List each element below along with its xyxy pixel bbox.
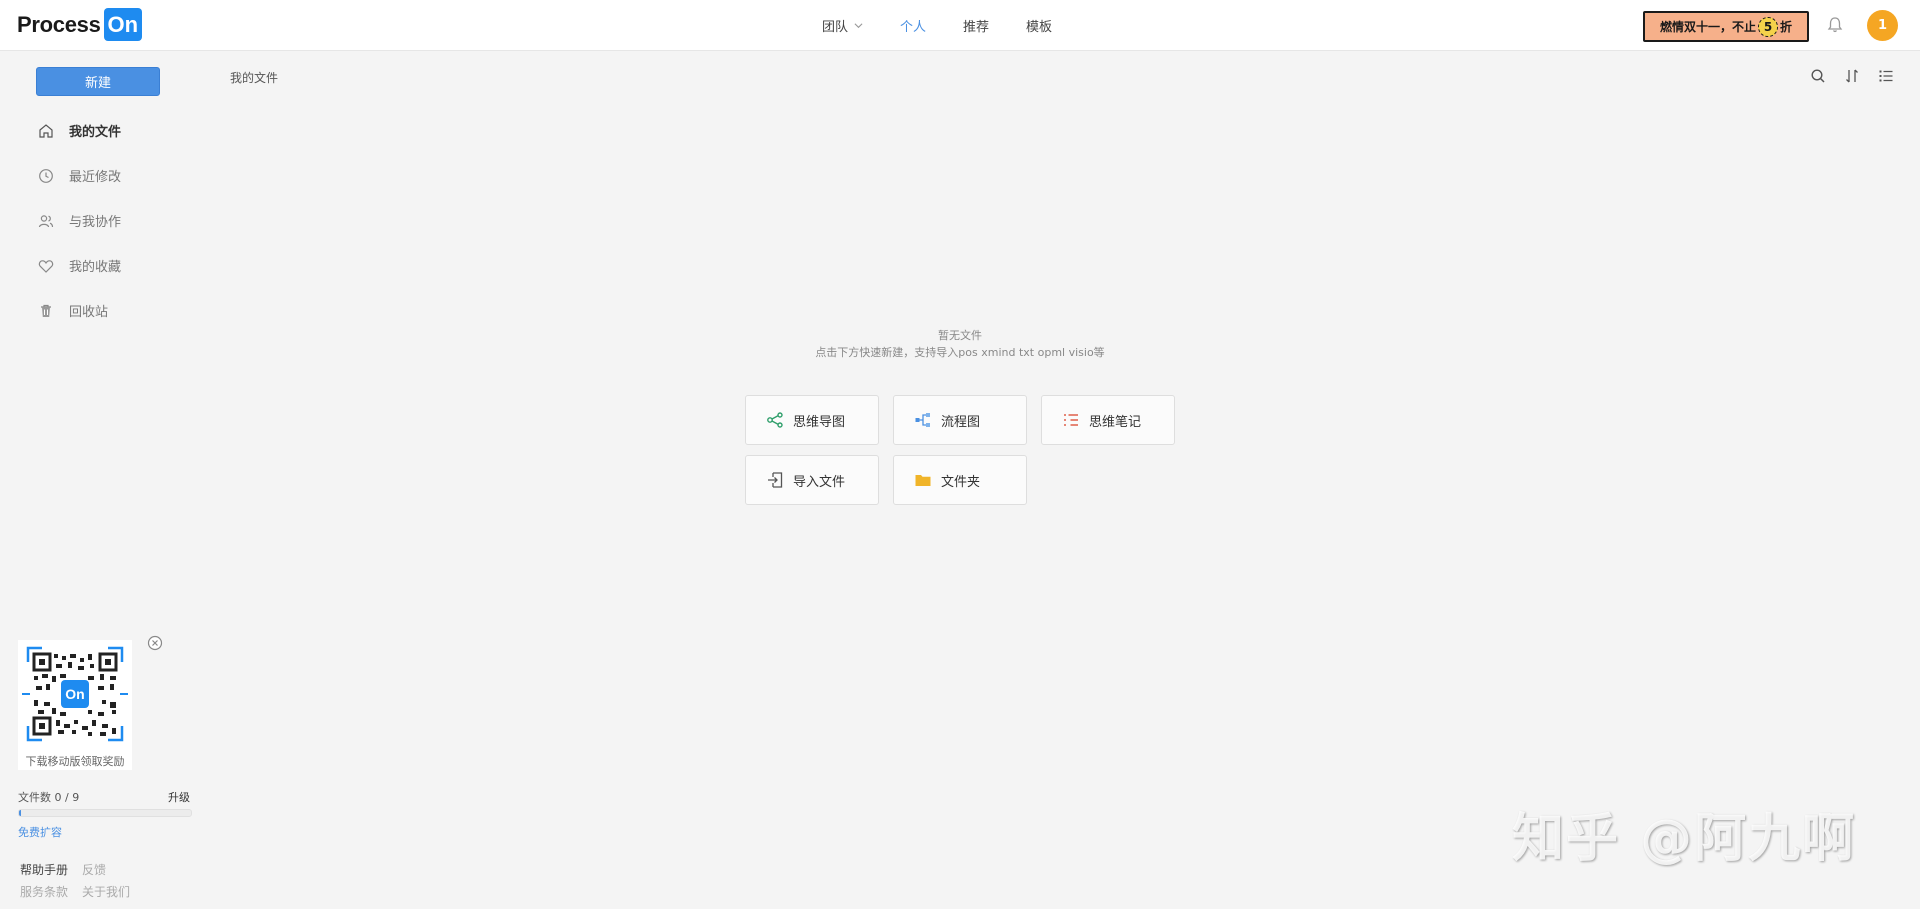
footer-links: 帮助手册 反馈 服务条款 关于我们 [20,859,130,903]
card-label: 流程图 [941,414,981,430]
nav-templates[interactable]: 模板 [1026,16,1052,35]
sidebar-item-label: 与我协作 [69,215,122,230]
sort-icon[interactable] [1842,66,1862,86]
help-link[interactable]: 帮助手册 [20,859,68,881]
quota-fill [19,810,21,816]
nav-templates-label: 模板 [1026,20,1053,35]
promo-badge: 5 [1758,16,1778,37]
avatar[interactable]: 1 [1867,10,1898,41]
clock-icon [36,166,56,186]
folder-icon [914,471,932,489]
create-folder-button[interactable]: 文件夹 [893,455,1027,505]
import-file-button[interactable]: 导入文件 [745,455,879,505]
nav-recommend-label: 推荐 [963,20,990,35]
trash-icon [36,301,56,321]
bell-icon[interactable] [1825,15,1845,35]
empty-state-title: 暂无文件 [938,329,982,342]
qr-caption: 下载移动版领取奖励 [25,755,125,768]
nav-personal[interactable]: 个人 [900,16,926,35]
sidebar-item-shared[interactable]: 与我协作 [36,198,206,243]
processon-logo[interactable]: Process On [17,8,143,41]
card-label: 导入文件 [793,474,846,490]
mindmap-icon [766,411,784,429]
logo-text: Process [17,11,101,37]
qr-code-image: On [22,646,128,742]
promo-text: 燃情双十一，不止 [1659,20,1756,34]
close-icon[interactable] [147,635,163,651]
terms-link[interactable]: 服务条款 [20,881,68,903]
chevron-down-icon [854,23,863,29]
breadcrumb: 我的文件 [230,71,279,85]
flowchart-icon [914,411,932,429]
file-count: 文件数 0 / 9 [18,791,80,804]
create-mindmap-button[interactable]: 思维导图 [745,395,879,445]
home-icon [36,121,56,141]
watermark: 知乎 @阿九啊 [1512,809,1857,869]
empty-state-hint: 点击下方快速新建，支持导入pos xmind txt opml visio等 [815,346,1105,359]
nav-team[interactable]: 团队 [822,16,863,35]
qr-center-logo: On [65,686,84,702]
users-icon [36,211,56,231]
card-label: 思维导图 [793,414,846,430]
import-icon [766,471,784,489]
promo-text-suffix: 折 [1780,20,1793,34]
new-button[interactable]: 新建 [36,67,160,96]
sidebar-item-label: 我的文件 [69,125,122,140]
feedback-link[interactable]: 反馈 [82,859,106,881]
card-label: 思维笔记 [1089,414,1142,430]
create-flowchart-button[interactable]: 流程图 [893,395,1027,445]
notes-icon [1062,411,1080,429]
file-quota-bar [18,809,192,817]
nav-team-label: 团队 [822,20,849,35]
sidebar-item-label: 我的收藏 [69,260,122,275]
top-nav: 团队 个人 推荐 模板 [822,0,1089,51]
sidebar-item-label: 最近修改 [69,170,122,185]
sidebar-item-label: 回收站 [69,305,109,320]
sidebar-item-my-files[interactable]: 我的文件 [36,108,206,153]
nav-personal-label: 个人 [900,20,927,35]
sidebar-item-recent[interactable]: 最近修改 [36,153,206,198]
nav-recommend[interactable]: 推荐 [963,16,989,35]
create-notes-button[interactable]: 思维笔记 [1041,395,1175,445]
sidebar-item-favorites[interactable]: 我的收藏 [36,243,206,288]
mobile-app-qr: On 下载移动版领取奖励 [18,640,132,770]
about-link[interactable]: 关于我们 [82,881,130,903]
content-toolbar [1808,66,1896,86]
free-expand-link[interactable]: 免费扩容 [18,824,62,840]
search-icon[interactable] [1808,66,1828,86]
card-label: 文件夹 [941,474,981,490]
list-view-icon[interactable] [1876,66,1896,86]
heart-icon [36,256,56,276]
sidebar-nav: 我的文件 最近修改 与我协作 我的收藏 回收站 [36,108,206,333]
promo-banner[interactable]: 燃情双十一，不止 5 折 [1643,11,1809,42]
logo-on-badge: On [103,8,143,41]
upgrade-link[interactable]: 升级 [168,789,190,805]
top-bar: Process On 团队 个人 推荐 模板 燃情双十一，不止 5 折 1 [0,0,1920,51]
